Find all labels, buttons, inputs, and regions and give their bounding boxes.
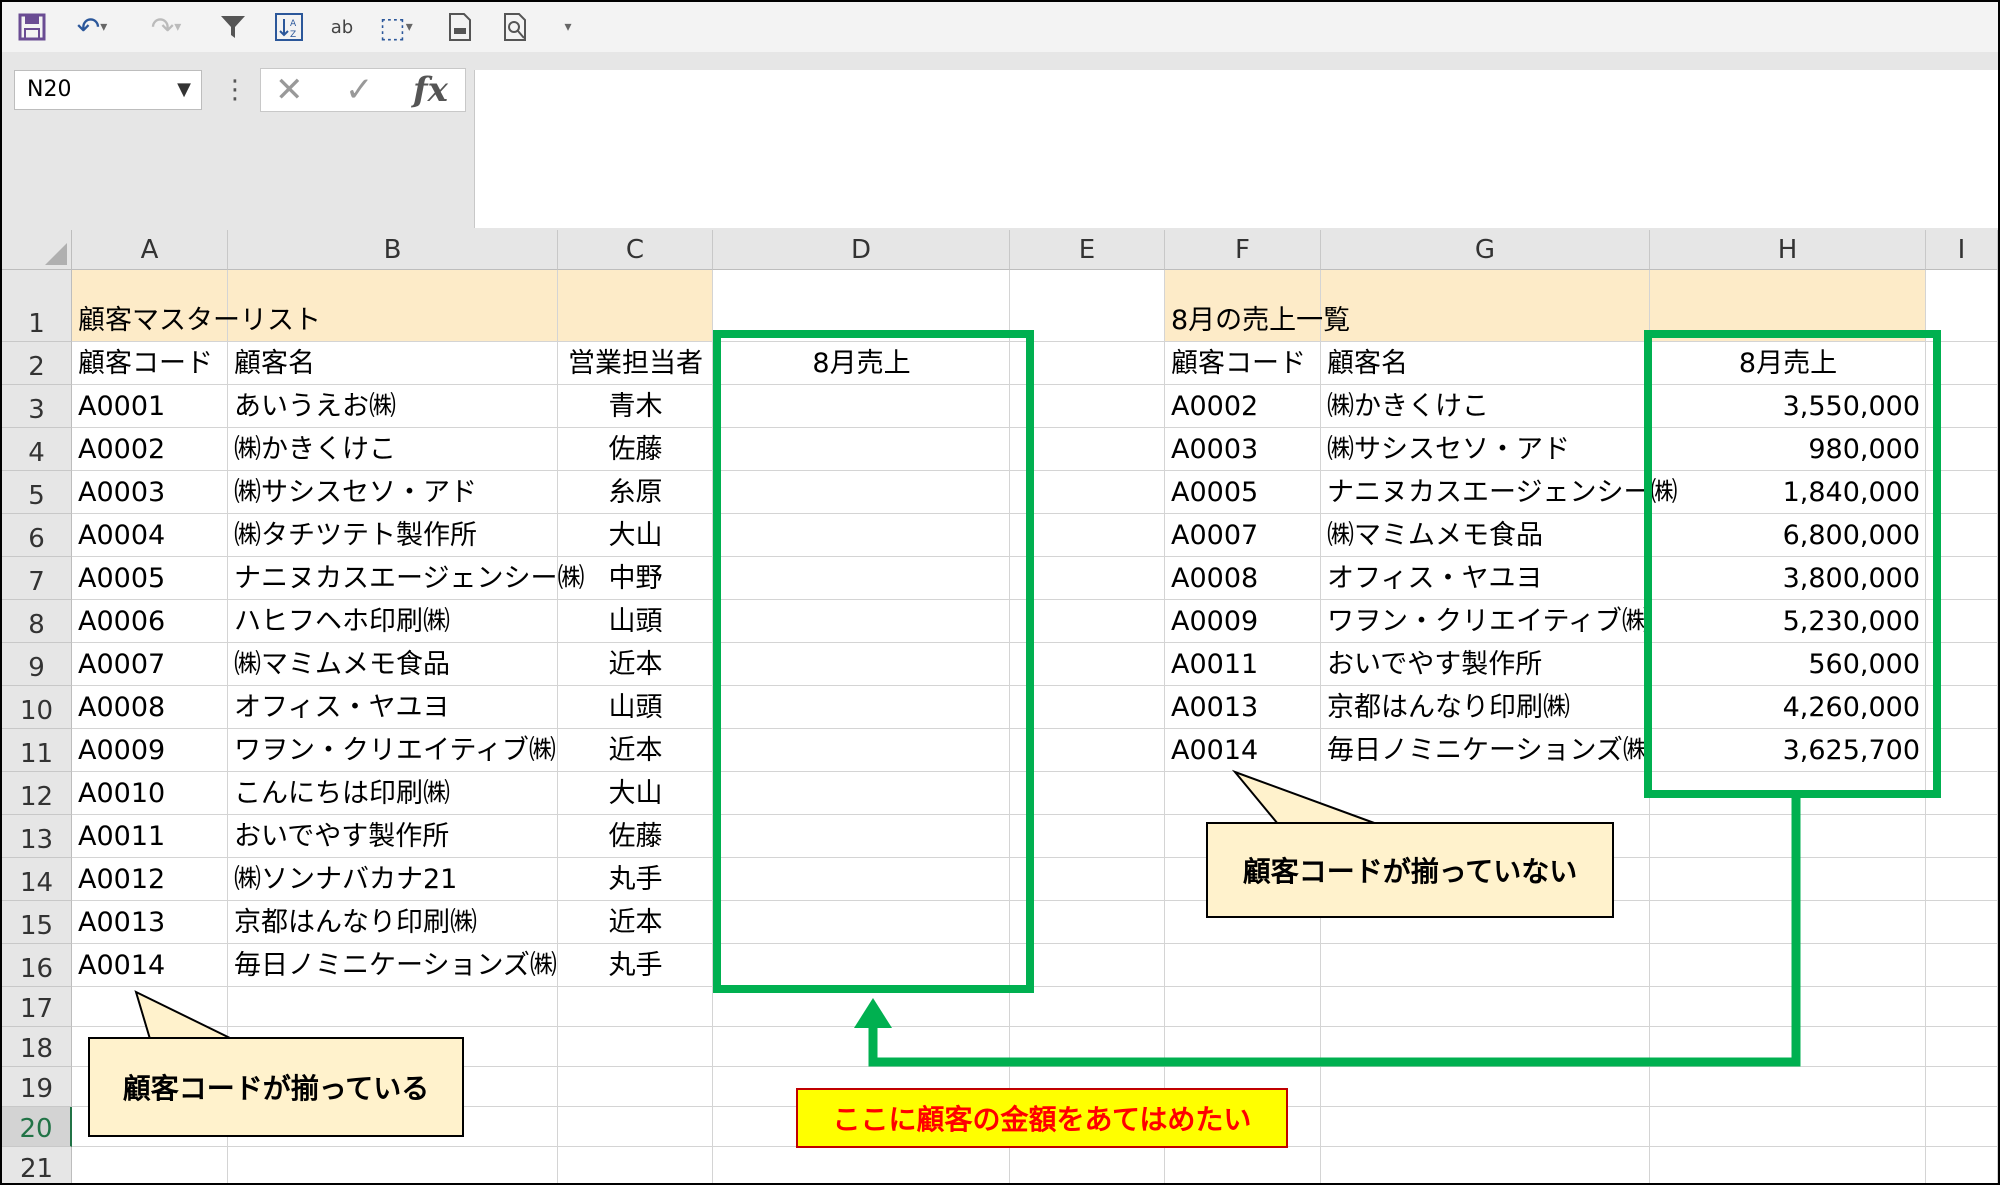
- source-column-highlight: [1644, 330, 1941, 798]
- callout-tail-left: [134, 990, 233, 1040]
- callout-not-aligned-text: 顧客コードが揃っていない: [1242, 855, 1578, 888]
- arrow-head-icon: [854, 998, 892, 1028]
- callout-not-aligned: 顧客コードが揃っていない: [1206, 822, 1614, 918]
- excel-window: ↶ ▾ ↷ ▾ AZ ab ⬚ ▾ ▾ N20 ▼ ⋮ ✕ ✓ fx A B C…: [0, 0, 2000, 1185]
- callout-aligned-text: 顧客コードが揃っている: [122, 1072, 430, 1105]
- callout-tail-right: [1231, 769, 1378, 825]
- target-column-highlight: [713, 330, 1034, 993]
- callout-aligned: 顧客コードが揃っている: [88, 1037, 464, 1137]
- target-note: ここに顧客の金額をあてはめたい: [796, 1088, 1288, 1148]
- target-note-text: ここに顧客の金額をあてはめたい: [832, 1103, 1252, 1136]
